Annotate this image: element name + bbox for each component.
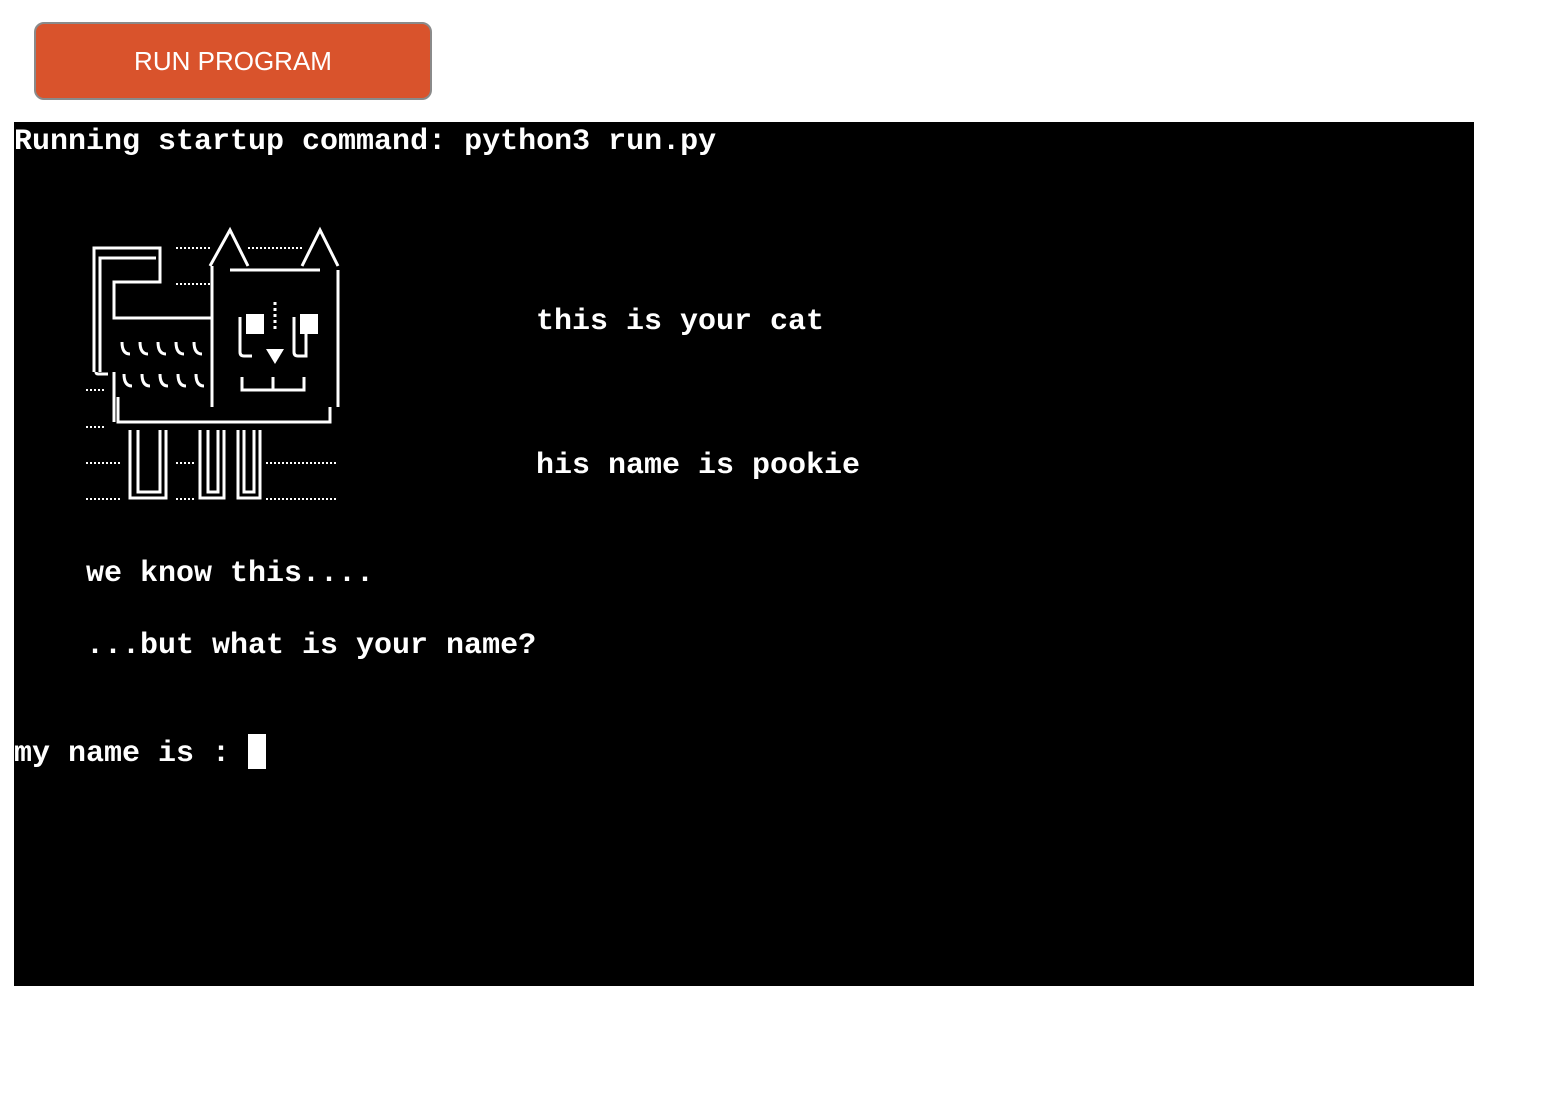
we-know-text: we know this.... — [86, 557, 375, 591]
terminal-window[interactable]: Running startup command: python3 run.py — [14, 122, 1474, 986]
cat-caption-text: this is your cat — [536, 305, 825, 339]
terminal-cursor[interactable] — [248, 734, 266, 769]
cat-name-text: his name is pookie — [536, 449, 861, 483]
name-prompt: my name is : — [14, 737, 231, 771]
run-program-button[interactable]: RUN PROGRAM — [34, 22, 432, 100]
cat-ascii-art — [86, 226, 340, 500]
startup-command-line: Running startup command: python3 run.py — [14, 125, 717, 159]
question-text: ...but what is your name? — [86, 629, 537, 663]
